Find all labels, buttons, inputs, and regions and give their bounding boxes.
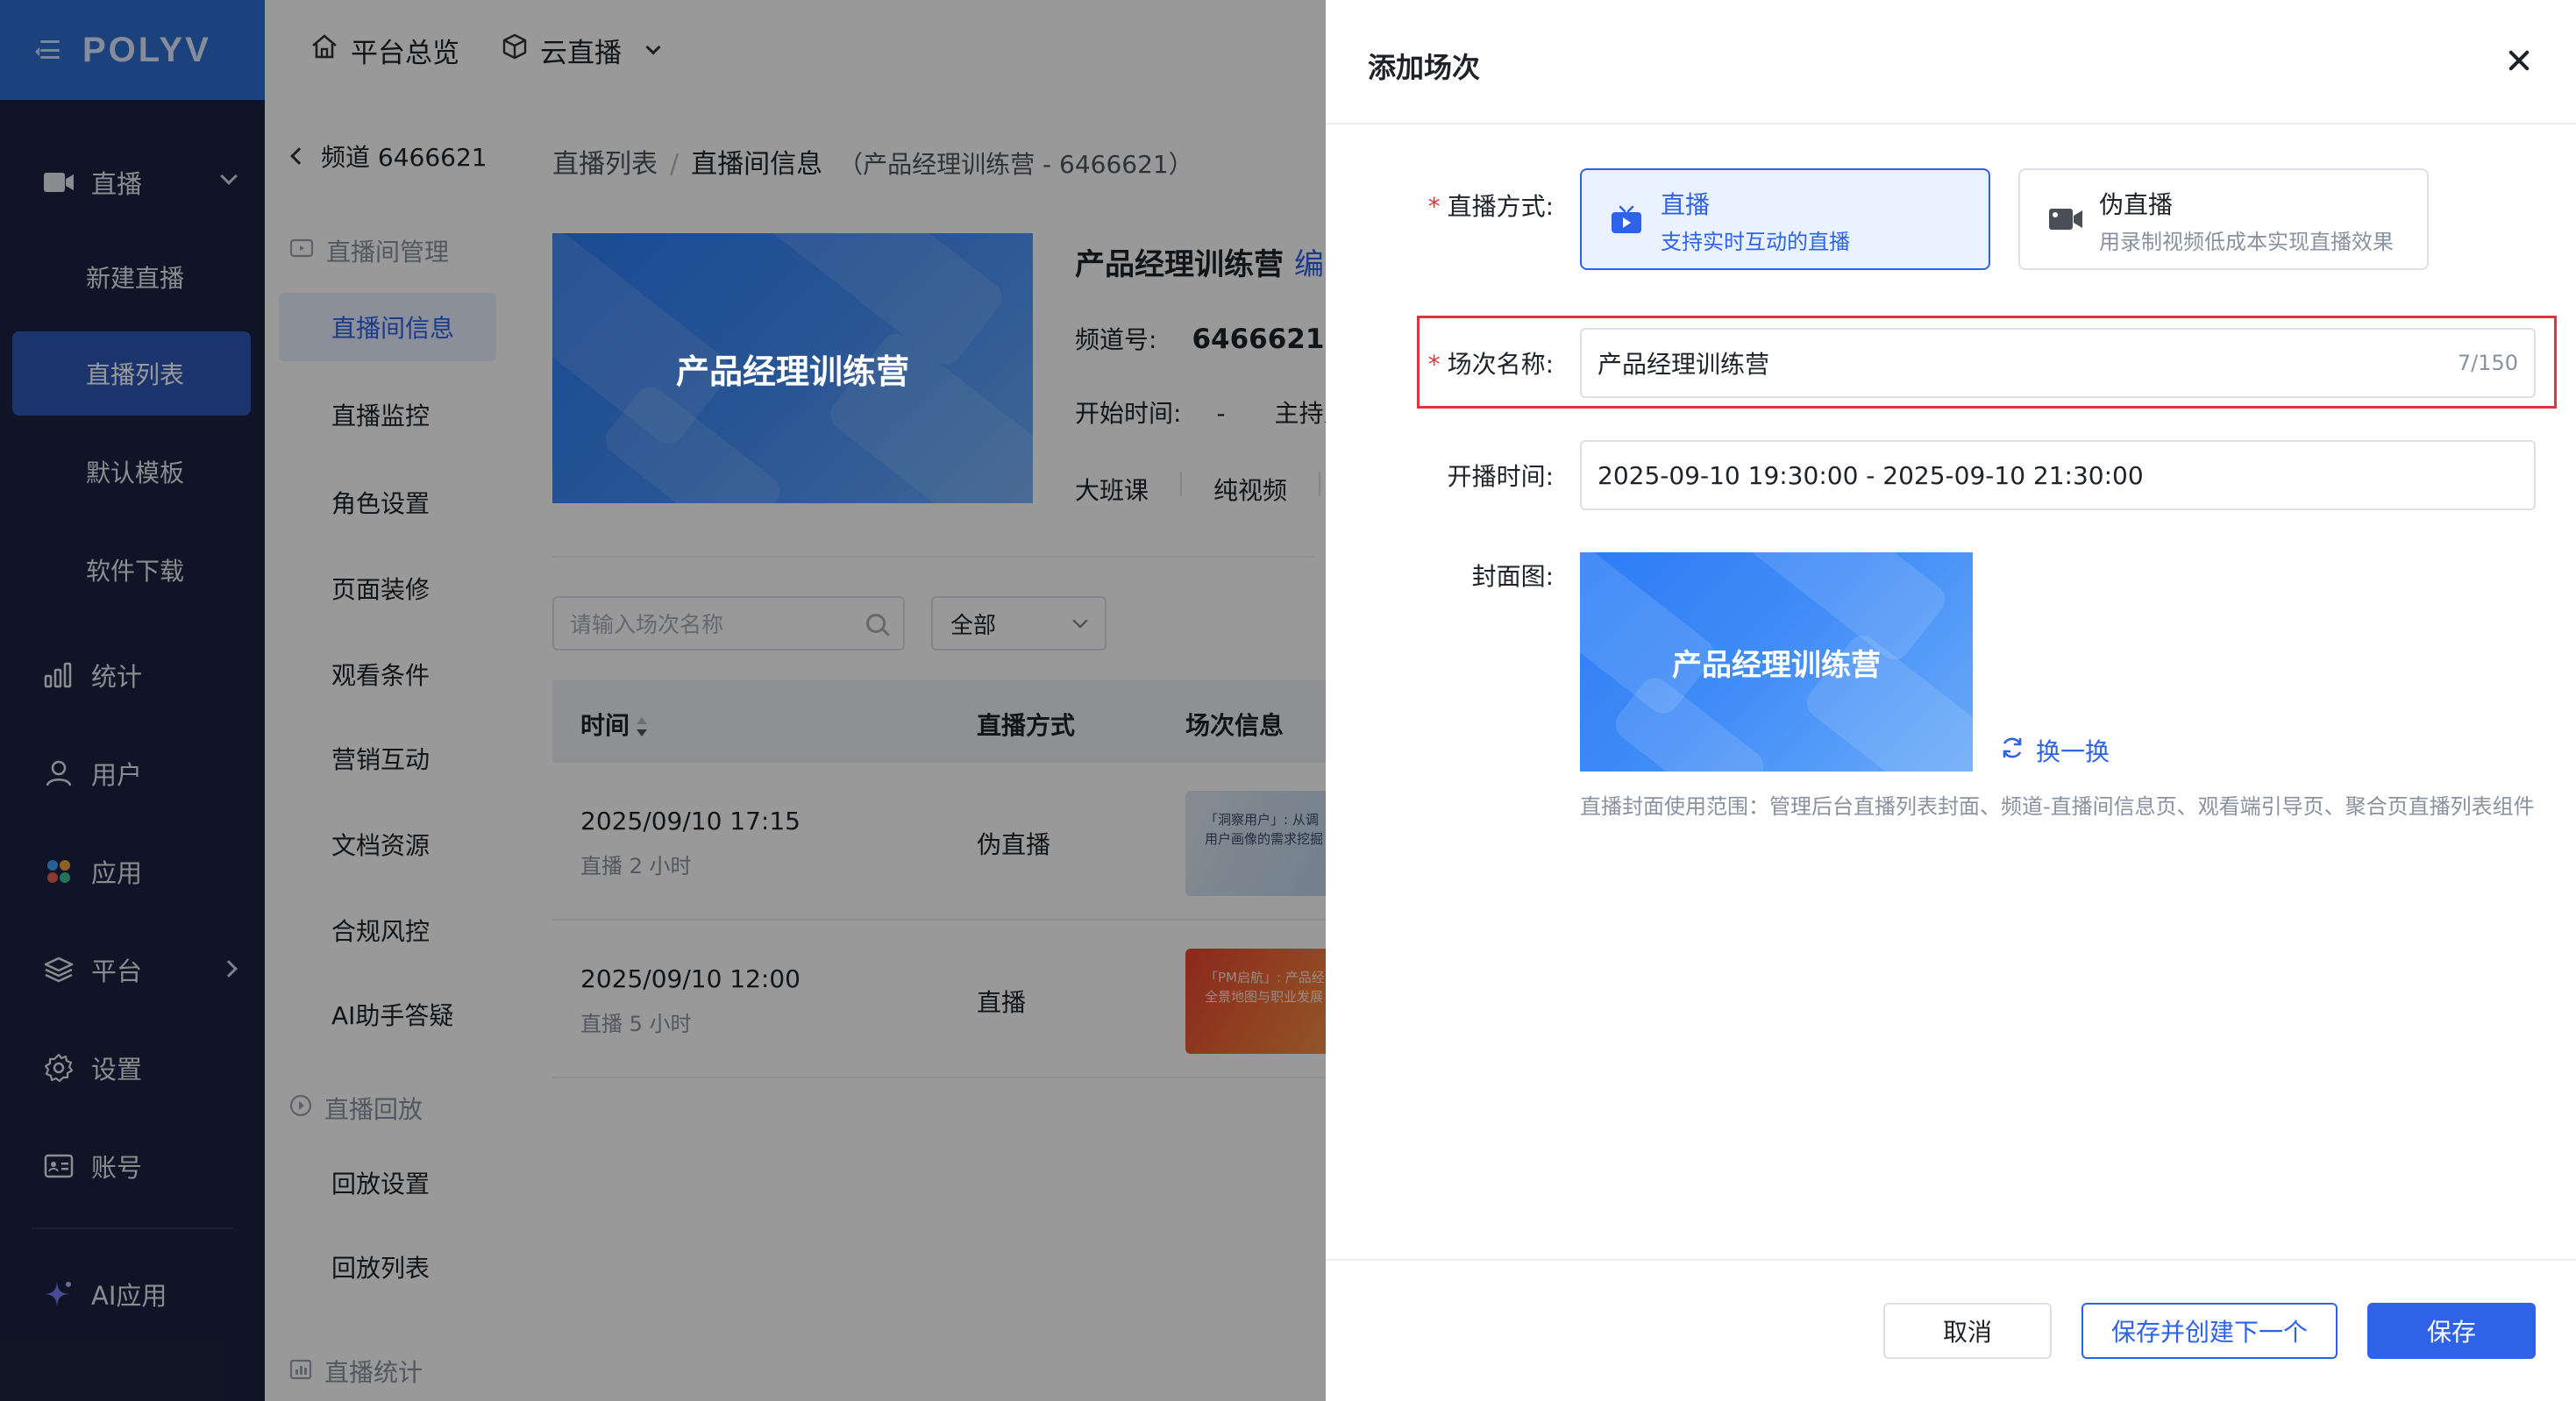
drawer-header: 添加场次 [1326,0,2576,124]
swap-cover-button[interactable]: 换一换 [1999,733,2110,768]
cover-image-preview[interactable]: 产品经理训练营 [1580,552,1973,772]
footer-divider [1326,1259,2576,1261]
video-camera-icon [2048,205,2082,235]
char-counter: 7/150 [2457,351,2518,375]
cover-usage-hint: 直播封面使用范围：管理后台直播列表封面、频道-直播间信息页、观看端引导页、聚合页… [1580,794,2535,819]
save-and-create-next-button[interactable]: 保存并创建下一个 [2081,1303,2338,1359]
swap-label: 换一换 [2036,737,2110,766]
close-icon[interactable] [2508,49,2530,72]
session-name-input[interactable]: 产品经理训练营 7/150 [1580,328,2536,398]
add-session-drawer: 添加场次 * 直播方式: 直播 支持实时互动的直播 伪直播 用录制视频低成本实现直… [1326,0,2576,1401]
cover-title: 产品经理训练营 [1672,647,1881,683]
mode-option-pseudo-live[interactable]: 伪直播 用录制视频低成本实现直播效果 [2018,168,2429,270]
mode-title: 直播 [1661,190,1711,219]
save-button[interactable]: 保存 [2367,1303,2536,1359]
session-name-label: * 场次名称: [1427,350,1554,379]
cover-label: 封面图: [1471,562,1554,591]
mode-label: * 直播方式: [1427,192,1554,221]
refresh-icon [1999,735,2025,767]
time-range-value: 2025-09-10 19:30:00 - 2025-09-10 21:30:0… [1598,460,2144,490]
mode-desc: 用录制视频低成本实现直播效果 [2099,230,2394,254]
live-tv-icon [1610,205,1643,235]
drawer-title: 添加场次 [1368,51,1481,84]
cancel-button[interactable]: 取消 [1883,1303,2052,1359]
start-time-range-input[interactable]: 2025-09-10 19:30:00 - 2025-09-10 21:30:0… [1580,440,2536,510]
cover-title: 产品经理训练营 [675,352,909,391]
mode-option-live[interactable]: 直播 支持实时互动的直播 [1580,168,1990,270]
mode-desc: 支持实时互动的直播 [1661,230,1850,254]
start-time-label: 开播时间: [1447,462,1554,491]
session-name-value: 产品经理训练营 [1598,350,1770,379]
mode-title: 伪直播 [2099,190,2174,219]
modal-overlay[interactable] [0,0,1326,1401]
